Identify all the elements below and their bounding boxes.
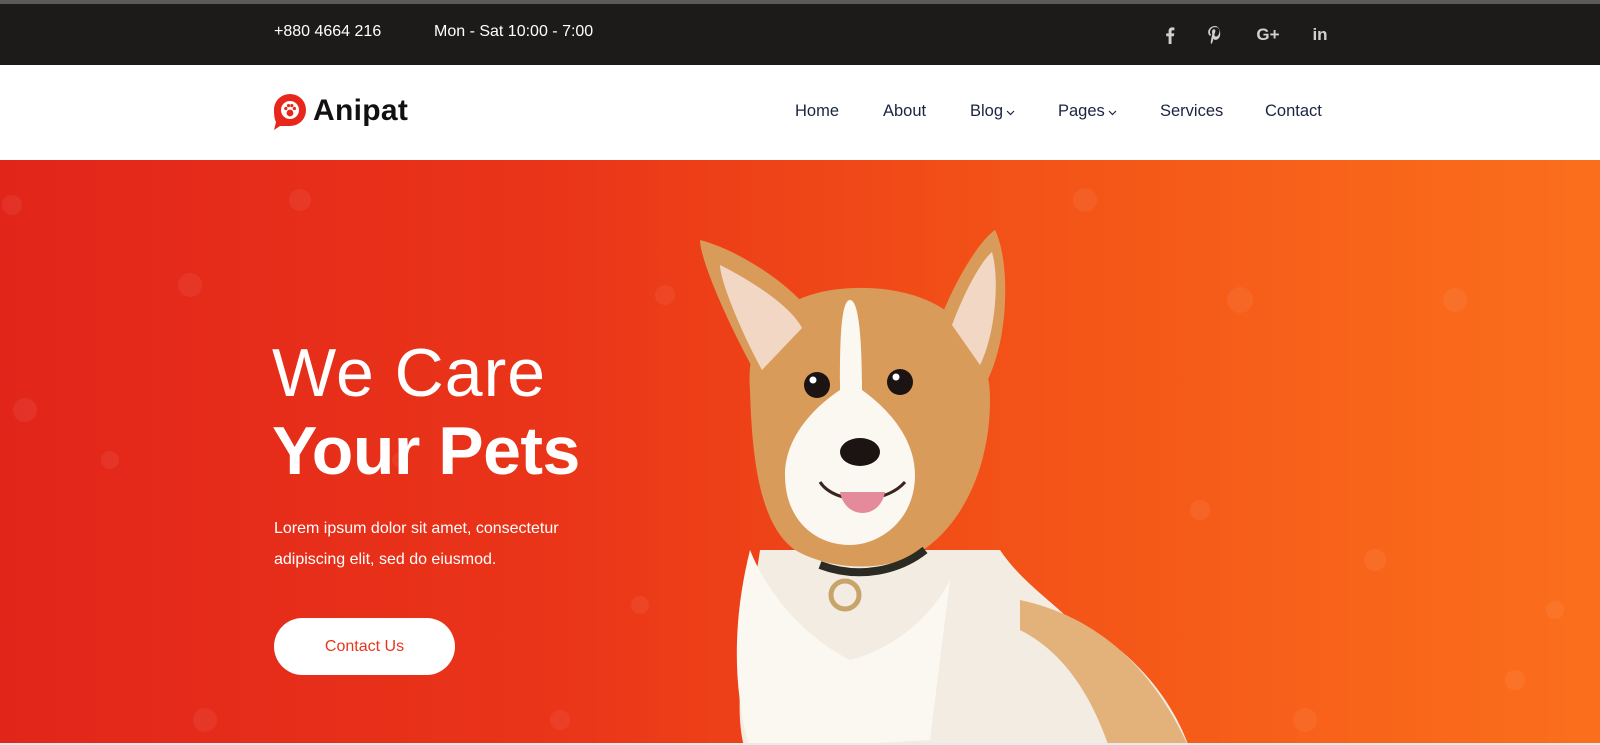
nav-about[interactable]: About: [883, 102, 926, 121]
phone-number: +880 4664 216: [274, 23, 382, 40]
chevron-down-icon: [1108, 110, 1117, 115]
pinterest-icon[interactable]: [1200, 22, 1230, 48]
opening-hours: Mon - Sat 10:00 - 7:00: [434, 23, 594, 40]
nav-services-label: Services: [1160, 102, 1224, 120]
hero-title-bold: Your Pets: [272, 413, 580, 489]
paw-logo-icon: [274, 94, 306, 130]
nav-blog-label: Blog: [970, 102, 1004, 120]
contact-us-button[interactable]: Contact Us: [274, 618, 455, 675]
nav-home-label: Home: [795, 102, 840, 120]
chevron-down-icon: [1006, 110, 1015, 115]
nav-about-label: About: [883, 102, 927, 120]
main-navbar: Anipat Home About Blog Pages Services Co…: [0, 65, 1600, 160]
nav-pages[interactable]: Pages: [1058, 102, 1117, 121]
google-plus-icon[interactable]: G+: [1250, 22, 1286, 48]
facebook-icon[interactable]: [1155, 22, 1185, 48]
site-logo[interactable]: Anipat: [272, 92, 408, 130]
hero-section: We Care Your Pets Lorem ipsum dolor sit …: [0, 160, 1600, 745]
nav-home[interactable]: Home: [795, 102, 839, 121]
hero-title-light: We Care: [272, 335, 547, 411]
social-links: G+ in: [1155, 22, 1335, 48]
logo-text: Anipat: [313, 94, 409, 127]
top-info-bar: +880 4664 216 Mon - Sat 10:00 - 7:00 G+ …: [0, 4, 1600, 65]
linkedin-icon[interactable]: in: [1305, 22, 1335, 48]
nav-pages-label: Pages: [1058, 102, 1105, 120]
nav-services[interactable]: Services: [1160, 102, 1223, 121]
nav-contact[interactable]: Contact: [1265, 102, 1322, 121]
hero-description: Lorem ipsum dolor sit amet, consectetur …: [274, 520, 559, 568]
nav-contact-label: Contact: [1265, 102, 1322, 120]
corgi-dog-image: [700, 230, 1189, 745]
nav-blog[interactable]: Blog: [970, 102, 1015, 121]
